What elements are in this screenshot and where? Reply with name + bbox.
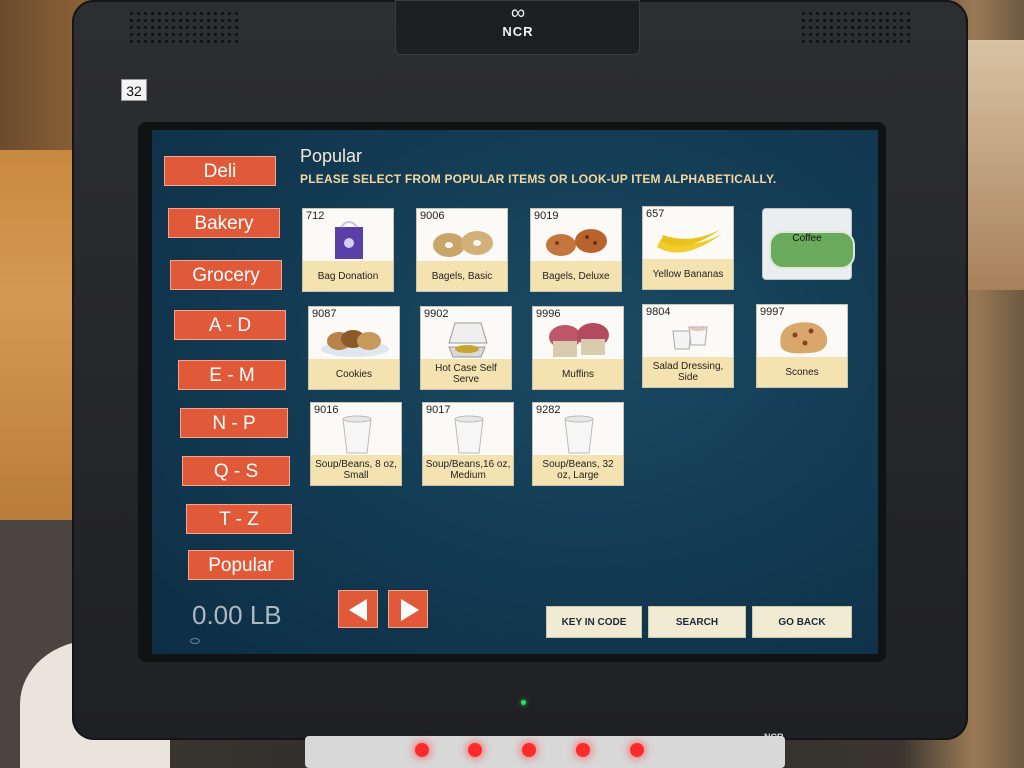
bagel-icon <box>433 231 493 257</box>
item-label: Scones <box>757 357 847 387</box>
red-light-icon <box>630 743 644 757</box>
nav-grocery-button[interactable]: Grocery <box>170 260 282 290</box>
banana-icon <box>657 229 723 253</box>
ncr-logo: ∞ NCR <box>496 2 540 42</box>
item-label: Hot Case Self Serve <box>421 359 511 389</box>
nav-e-m-button[interactable]: E - M <box>178 360 286 390</box>
container-icon <box>448 322 488 358</box>
power-indicator-icon <box>521 700 526 705</box>
soup-cup-icon <box>564 415 594 454</box>
arrow-left-icon <box>349 599 367 621</box>
nav-n-p-button[interactable]: N - P <box>180 408 288 438</box>
arrow-right-icon <box>401 599 419 621</box>
eye-icon <box>190 638 200 644</box>
item-tile-muffins[interactable]: 9996 Muffins <box>532 306 624 390</box>
nav-bakery-button[interactable]: Bakery <box>168 208 280 238</box>
red-light-icon <box>468 743 482 757</box>
ncr-logo-mark-icon: ∞ <box>510 2 526 24</box>
red-light-icon <box>522 743 536 757</box>
item-tile-bagels-deluxe[interactable]: 9019 Bagels, Deluxe <box>530 208 622 292</box>
key-in-code-button[interactable]: KEY IN CODE <box>546 606 642 638</box>
item-tile-hot-case-self-serve[interactable]: 9902 Hot Case Self Serve <box>420 306 512 390</box>
soup-cup-icon <box>454 415 484 454</box>
item-label: Soup/Beans,16 oz, Medium <box>423 455 513 485</box>
red-light-icon <box>415 743 429 757</box>
item-tile-yellow-bananas[interactable]: 657 Yellow Bananas <box>642 206 734 290</box>
item-tile-soup-32oz[interactable]: 9282 Soup/Beans, 32 oz, Large <box>532 402 624 486</box>
item-label: Cookies <box>309 359 399 389</box>
station-number-sticker: 32 <box>121 79 147 101</box>
search-button[interactable]: SEARCH <box>648 606 746 638</box>
red-light-icon <box>576 743 590 757</box>
page-title: Popular <box>300 146 363 166</box>
nav-popular-button[interactable]: Popular <box>188 550 294 580</box>
coffee-tile[interactable]: Coffee <box>762 208 855 280</box>
bottom-brand-text: NCR <box>764 732 784 742</box>
item-tile-bagels-basic[interactable]: 9006 Bagels, Basic <box>416 208 508 292</box>
ncr-logo-text: NCR <box>502 24 534 39</box>
next-page-button[interactable] <box>388 590 428 628</box>
coffee-label: Coffee <box>792 233 822 244</box>
item-tile-cookies[interactable]: 9087 Cookies <box>308 306 400 390</box>
nav-deli-button[interactable]: Deli <box>164 156 276 186</box>
instruction-text: PLEASE SELECT FROM POPULAR ITEMS OR LOOK… <box>300 172 777 186</box>
scone-icon <box>780 322 828 354</box>
item-label: Bagels, Deluxe <box>531 261 621 291</box>
previous-page-button[interactable] <box>338 590 378 628</box>
item-label: Bag Donation <box>303 261 393 291</box>
item-label: Soup/Beans, 32 oz, Large <box>533 455 623 485</box>
item-label: Soup/Beans, 8 oz, Small <box>311 455 401 485</box>
item-label: Salad Dressing, Side <box>643 357 733 387</box>
item-label: Muffins <box>533 359 623 389</box>
bagel-icon <box>546 229 607 256</box>
item-tile-scones[interactable]: 9997 Scones <box>756 304 848 388</box>
nav-t-z-button[interactable]: T - Z <box>186 504 292 534</box>
item-label: Bagels, Basic <box>417 261 507 291</box>
nav-q-s-button[interactable]: Q - S <box>182 456 290 486</box>
item-label: Yellow Bananas <box>643 259 733 289</box>
nav-a-d-button[interactable]: A - D <box>174 310 286 340</box>
muffin-icon <box>549 323 609 357</box>
speaker-grille-right <box>800 10 910 46</box>
scanner-plate <box>305 736 785 768</box>
soup-cup-icon <box>342 415 372 454</box>
cookie-icon <box>321 330 389 357</box>
go-back-button[interactable]: GO BACK <box>752 606 852 638</box>
item-tile-bag-donation[interactable]: 712 Bag Donation <box>302 208 394 292</box>
touchscreen: Deli Bakery Grocery A - D E - M N - P Q … <box>152 130 878 654</box>
bag-icon <box>335 221 363 259</box>
cup-icon <box>672 326 708 350</box>
item-tile-soup-16oz[interactable]: 9017 Soup/Beans,16 oz, Medium <box>422 402 514 486</box>
speaker-grille-left <box>128 10 238 46</box>
item-tile-salad-dressing-side[interactable]: 9804 Salad Dressing, Side <box>642 304 734 388</box>
weight-readout: 0.00 LB <box>192 600 282 630</box>
item-tile-soup-8oz[interactable]: 9016 Soup/Beans, 8 oz, Small <box>310 402 402 486</box>
